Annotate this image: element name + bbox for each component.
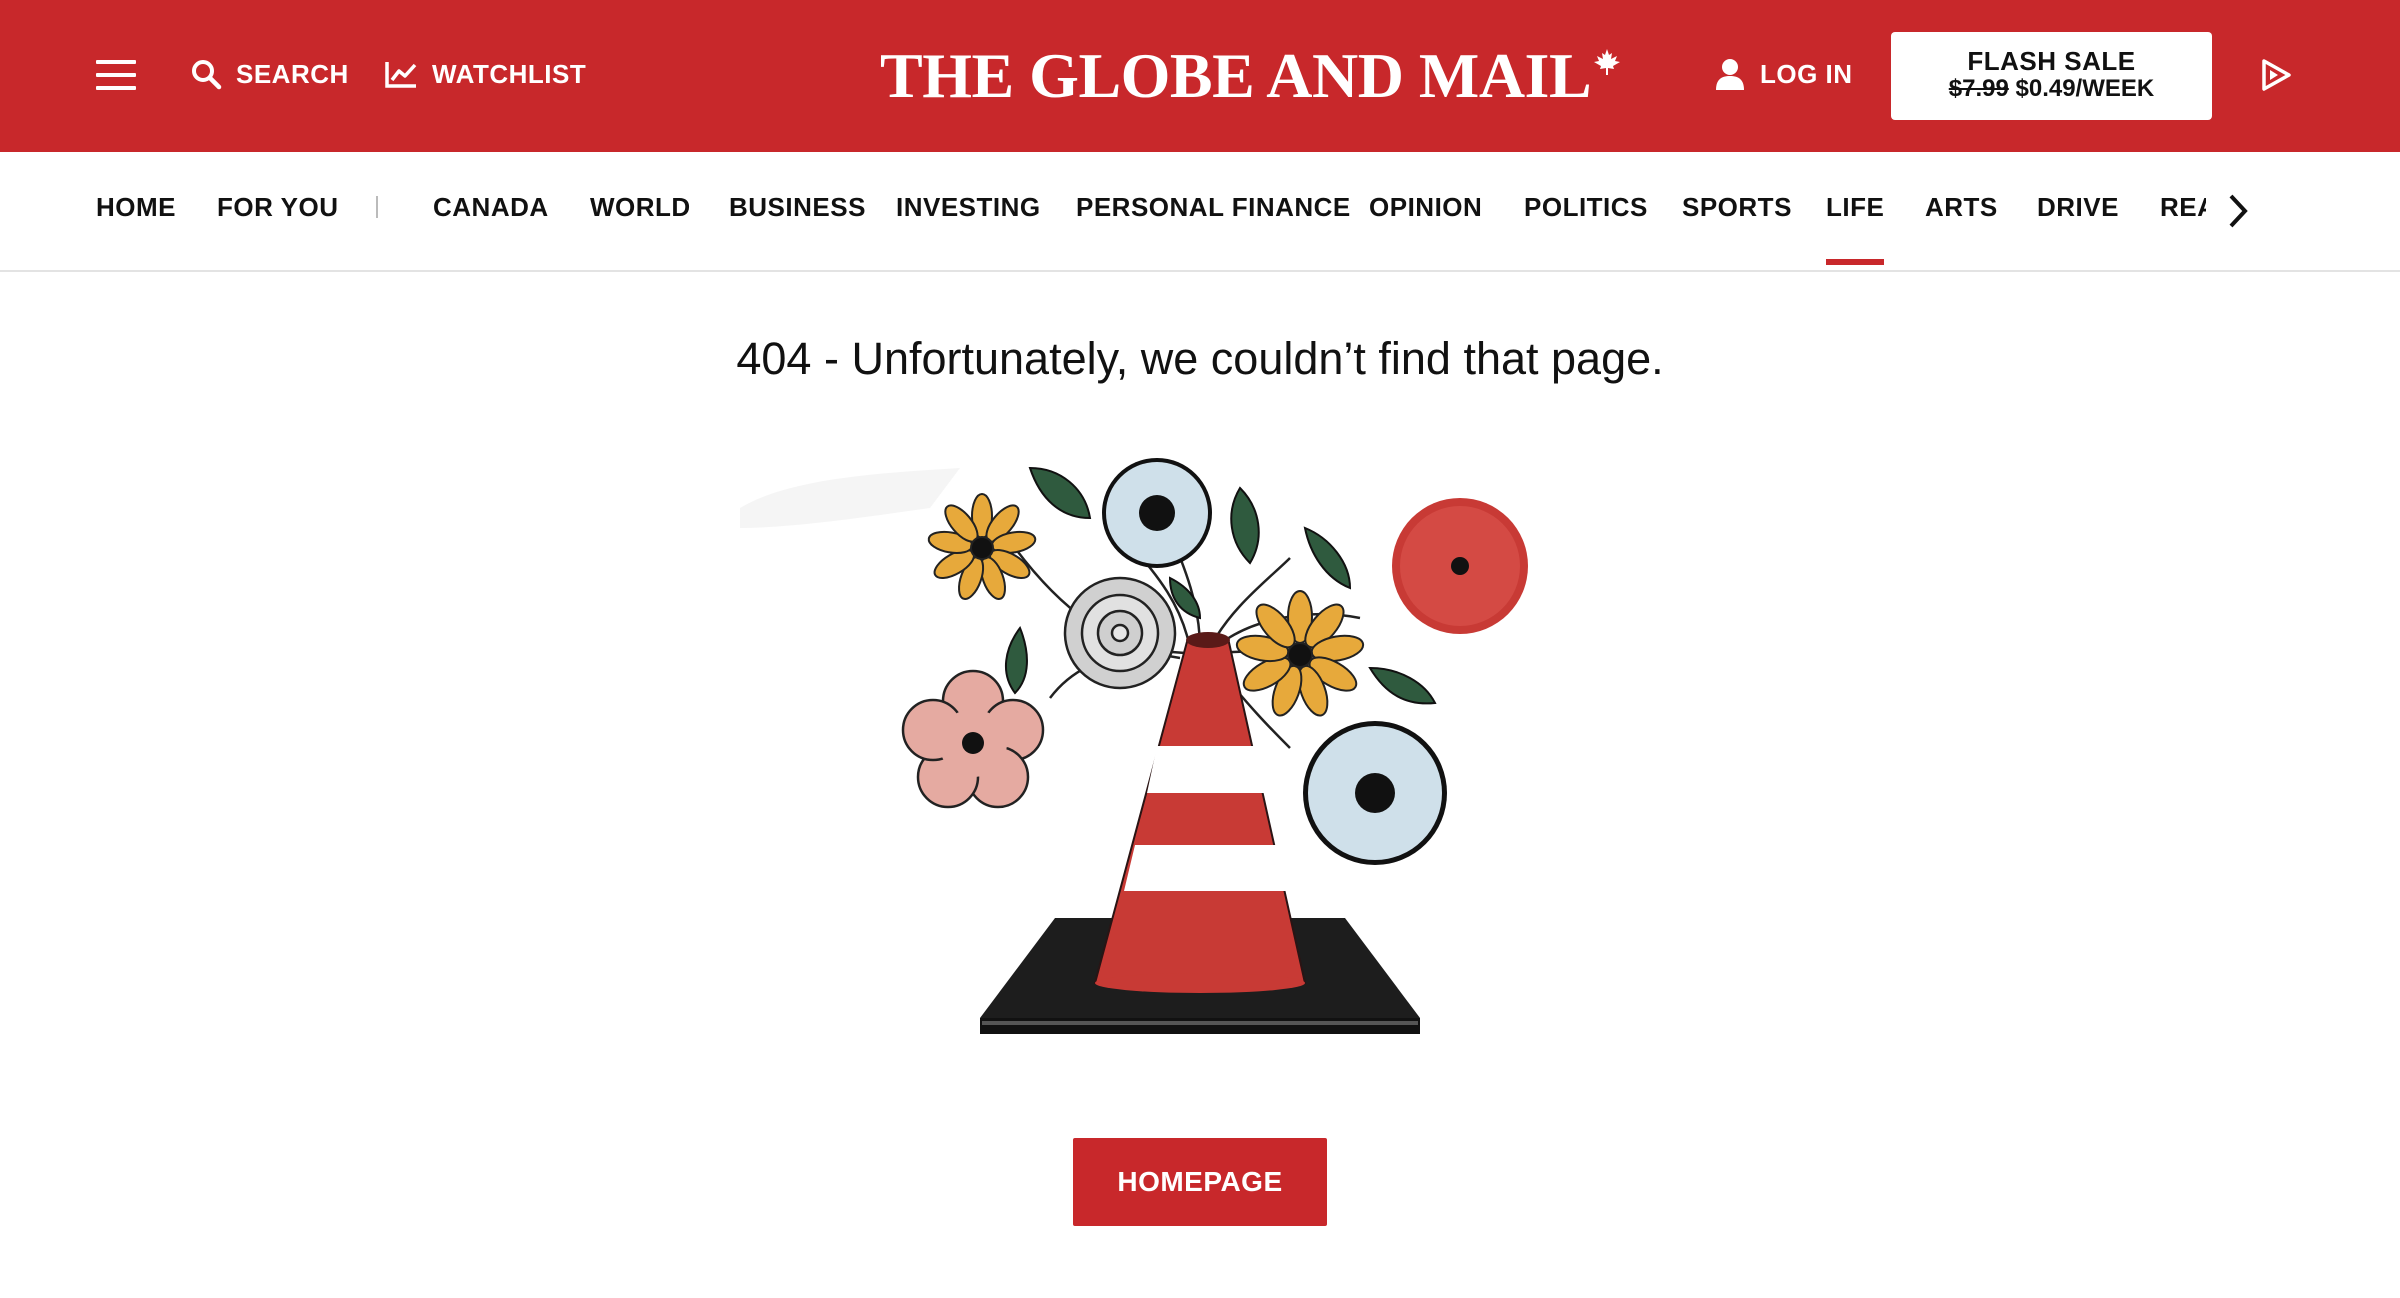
top-header: SEARCH WATCHLIST THE GLOBE AND MAIL LOG … bbox=[0, 0, 2400, 152]
nav-item-sports[interactable]: SPORTS bbox=[1682, 192, 1792, 222]
section-nav: HOME FOR YOU CANADA WORLD BUSINESS INVES… bbox=[0, 152, 2400, 272]
nav-item-personal-finance[interactable]: PERSONAL FINANCE bbox=[1076, 192, 1351, 222]
nav-item-for-you[interactable]: FOR YOU bbox=[217, 192, 338, 222]
user-icon bbox=[1716, 59, 1744, 90]
nav-item-opinion[interactable]: OPINION bbox=[1369, 192, 1482, 222]
nav-item-politics[interactable]: POLITICS bbox=[1524, 192, 1648, 222]
nav-item-arts[interactable]: ARTS bbox=[1925, 192, 1998, 222]
chevron-right-icon[interactable] bbox=[2226, 192, 2250, 230]
search-label: SEARCH bbox=[236, 58, 349, 89]
maple-leaf-icon bbox=[1594, 49, 1621, 75]
login-button[interactable]: LOG IN bbox=[1714, 52, 1853, 96]
old-price: $7.99 bbox=[1948, 75, 2009, 102]
nav-item-home[interactable]: HOME bbox=[96, 192, 176, 222]
traffic-cone-flower-vase-illustration bbox=[740, 458, 1528, 1034]
nav-list: HOME FOR YOU CANADA WORLD BUSINESS INVES… bbox=[96, 152, 2206, 270]
trend-chart-icon bbox=[385, 62, 417, 88]
flash-sale-title: FLASH SALE bbox=[1967, 46, 2136, 76]
search-button[interactable]: SEARCH bbox=[190, 52, 349, 96]
logo-text: THE GLOBE AND MAIL bbox=[880, 40, 1592, 111]
new-price: $0.49/WEEK bbox=[2015, 75, 2155, 102]
nav-item-life[interactable]: LIFE bbox=[1826, 192, 1885, 265]
hamburger-menu-icon[interactable] bbox=[96, 58, 136, 92]
nav-item-real-estate[interactable]: REAL ESTATE bbox=[2160, 192, 2206, 222]
nav-item-canada[interactable]: CANADA bbox=[433, 192, 549, 222]
search-icon bbox=[192, 60, 222, 90]
nav-item-drive[interactable]: DRIVE bbox=[2037, 192, 2119, 222]
site-logo[interactable]: THE GLOBE AND MAIL bbox=[880, 36, 1621, 116]
nav-divider bbox=[376, 196, 378, 218]
watchlist-label: WATCHLIST bbox=[432, 58, 587, 89]
flash-sale-button[interactable]: FLASH SALE $7.99 $0.49/WEEK bbox=[1891, 32, 2212, 120]
nav-item-world[interactable]: WORLD bbox=[590, 192, 691, 222]
flash-sale-price: $7.99 $0.49/WEEK bbox=[1891, 75, 2212, 103]
login-label: LOG IN bbox=[1760, 58, 1853, 89]
play-outline-icon[interactable] bbox=[2260, 58, 2292, 92]
nav-item-business[interactable]: BUSINESS bbox=[729, 192, 866, 222]
homepage-button[interactable]: HOMEPAGE bbox=[1073, 1138, 1327, 1226]
nav-item-investing[interactable]: INVESTING bbox=[896, 192, 1041, 222]
watchlist-button[interactable]: WATCHLIST bbox=[384, 52, 586, 96]
error-message: 404 - Unfortunately, we couldn’t find th… bbox=[736, 333, 1664, 384]
